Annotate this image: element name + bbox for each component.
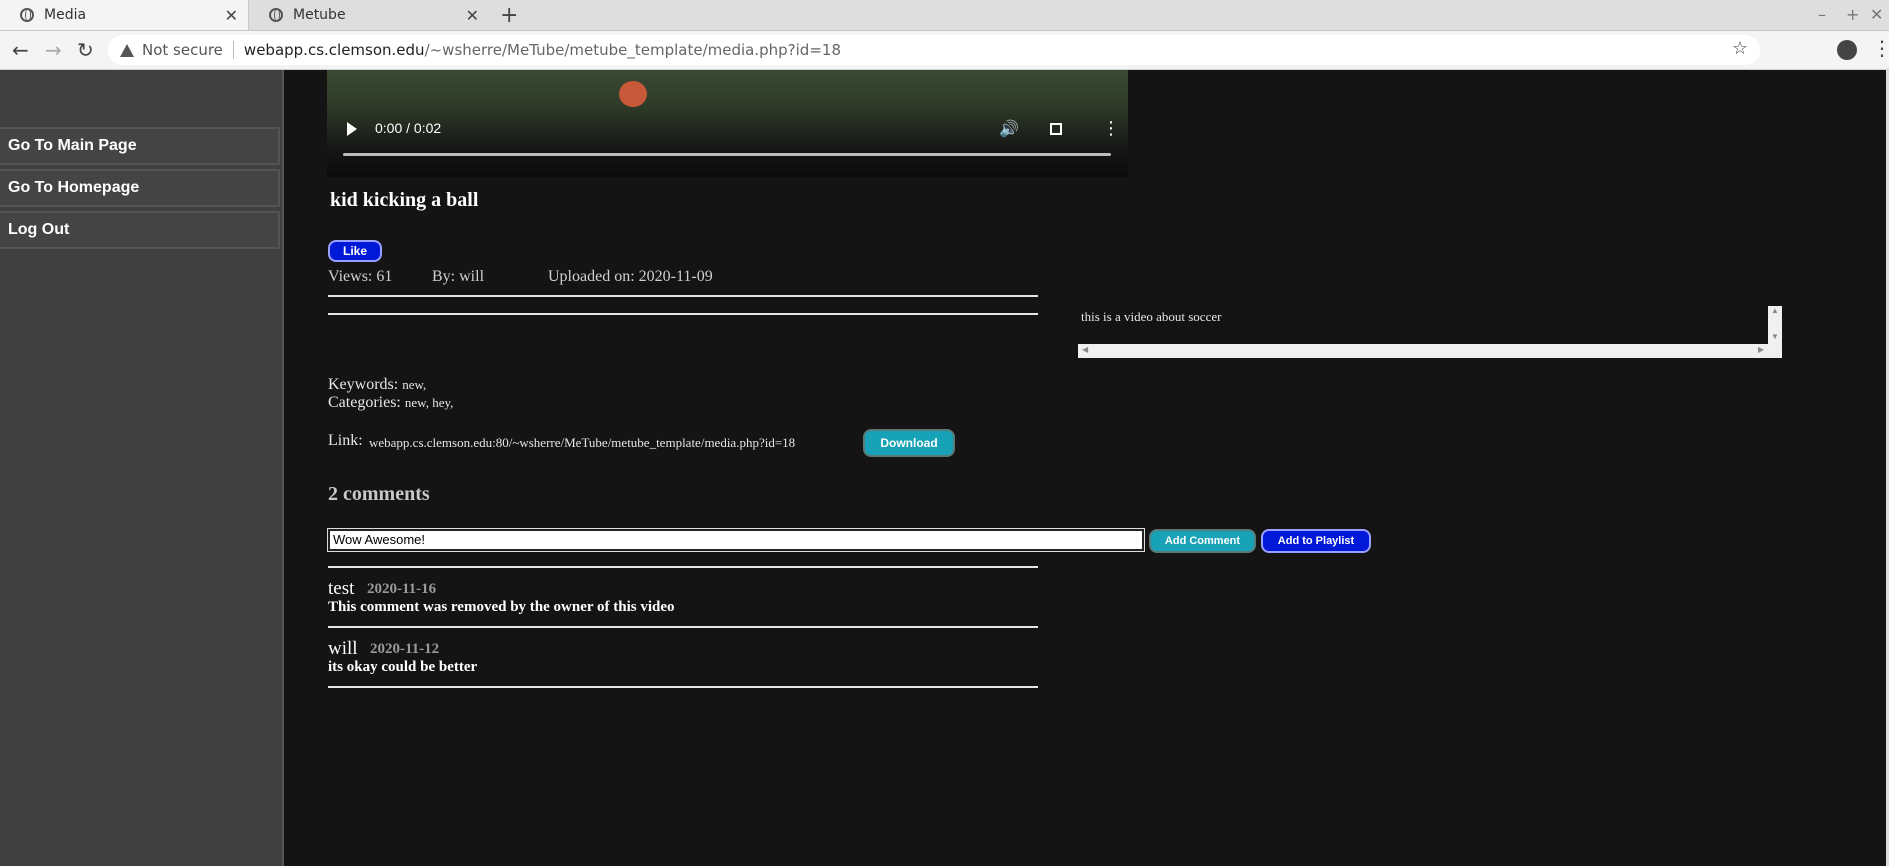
tab-metube[interactable]: Metube ✕ <box>249 0 489 30</box>
vertical-scrollbar[interactable]: ▲ ▼ <box>1768 306 1782 344</box>
account-icon[interactable] <box>1837 40 1857 60</box>
more-options-icon[interactable]: ⋮ <box>1102 118 1120 139</box>
link-label: Link: <box>328 432 363 449</box>
divider <box>328 686 1038 688</box>
comment-author: will <box>328 638 358 659</box>
minimize-icon[interactable]: – <box>1818 5 1826 24</box>
comment-date: 2020-11-12 <box>370 641 440 657</box>
tab-media[interactable]: Media ✕ <box>0 0 249 30</box>
comment-date: 2020-11-16 <box>367 581 437 597</box>
new-tab-icon[interactable]: + <box>500 3 518 28</box>
sidebar: Go To Main Page Go To Homepage Log Out <box>0 70 284 866</box>
security-label: Not secure <box>142 41 223 59</box>
sidebar-item-main-page[interactable]: Go To Main Page <box>0 127 280 165</box>
comment-text: This comment was removed by the owner of… <box>328 599 675 615</box>
categories-line: Categories: new, hey, <box>328 394 453 412</box>
reload-icon[interactable]: ↻ <box>77 38 94 62</box>
divider <box>328 295 1038 297</box>
address-bar[interactable]: Not secure webapp.cs.clemson.edu/~wsherr… <box>108 35 1760 65</box>
keywords-value: new, <box>402 377 427 392</box>
scroll-right-icon[interactable]: ▶ <box>1758 345 1764 354</box>
scroll-down-icon[interactable]: ▼ <box>1771 332 1779 341</box>
media-title: kid kicking a ball <box>330 189 479 211</box>
comment-author: test <box>328 578 355 599</box>
categories-value: new, hey, <box>404 395 454 410</box>
bookmark-star-icon[interactable]: ☆ <box>1732 38 1748 59</box>
volume-icon[interactable]: 🔊 <box>999 119 1019 139</box>
globe-icon <box>20 8 34 22</box>
keywords-label: Keywords: <box>328 376 399 393</box>
back-icon[interactable]: ← <box>12 38 29 62</box>
close-tab-icon[interactable]: ✕ <box>225 6 238 25</box>
forward-icon[interactable]: → <box>45 38 62 62</box>
divider <box>328 566 1038 568</box>
video-player[interactable]: 0:00 / 0:02 🔊 ⋮ <box>327 70 1128 177</box>
horizontal-scrollbar[interactable]: ◀ ▶ <box>1078 344 1782 358</box>
url-host: webapp.cs.clemson.edu <box>243 41 425 59</box>
fullscreen-icon[interactable] <box>1050 123 1062 135</box>
browser-menu-icon[interactable]: ⋮ <box>1872 36 1889 60</box>
maximize-icon[interactable]: + <box>1846 5 1859 24</box>
uploader: By: will <box>432 268 485 285</box>
video-frame-ball <box>619 81 647 107</box>
divider <box>232 41 234 59</box>
comment-text: its okay could be better <box>328 659 478 675</box>
like-button[interactable]: Like <box>328 240 382 262</box>
tab-title: Media <box>44 7 87 23</box>
keywords-line: Keywords: new, <box>328 376 426 394</box>
comment-input[interactable]: Wow Awesome! <box>327 528 1145 552</box>
upload-date: Uploaded on: 2020-11-09 <box>548 268 713 285</box>
view-count: Views: 61 <box>328 268 393 285</box>
window-close-icon[interactable]: ✕ <box>1870 5 1883 24</box>
browser-tabstrip: Media ✕ Metube ✕ + – + ✕ <box>0 0 1889 31</box>
add-comment-button[interactable]: Add Comment <box>1149 529 1256 553</box>
tab-title: Metube <box>293 7 346 23</box>
sidebar-item-homepage[interactable]: Go To Homepage <box>0 169 280 207</box>
video-progress-bar[interactable] <box>343 153 1111 156</box>
media-link: webapp.cs.clemson.edu:80/~wsherre/MeTube… <box>369 435 796 450</box>
sidebar-item-logout[interactable]: Log Out <box>0 211 280 249</box>
description-text: this is a video about soccer <box>1081 309 1222 324</box>
download-button[interactable]: Download <box>863 429 955 457</box>
add-to-playlist-button[interactable]: Add to Playlist <box>1261 529 1371 553</box>
close-tab-icon[interactable]: ✕ <box>466 6 479 25</box>
divider <box>328 626 1038 628</box>
globe-icon <box>269 8 283 22</box>
browser-toolbar: ← → ↻ Not secure webapp.cs.clemson.edu/~… <box>0 31 1889 70</box>
scroll-up-icon[interactable]: ▲ <box>1771 306 1779 315</box>
scroll-left-icon[interactable]: ◀ <box>1082 345 1088 354</box>
divider <box>328 313 1038 315</box>
description-box[interactable]: this is a video about soccer ▲ ▼ ◀ ▶ <box>1078 306 1782 358</box>
categories-label: Categories: <box>328 394 401 411</box>
warning-icon <box>120 43 134 57</box>
comment-count: 2 comments <box>328 483 430 505</box>
url-path: /~wsherre/MeTube/metube_template/media.p… <box>424 41 841 59</box>
play-icon[interactable] <box>347 122 357 136</box>
video-time: 0:00 / 0:02 <box>375 120 442 136</box>
